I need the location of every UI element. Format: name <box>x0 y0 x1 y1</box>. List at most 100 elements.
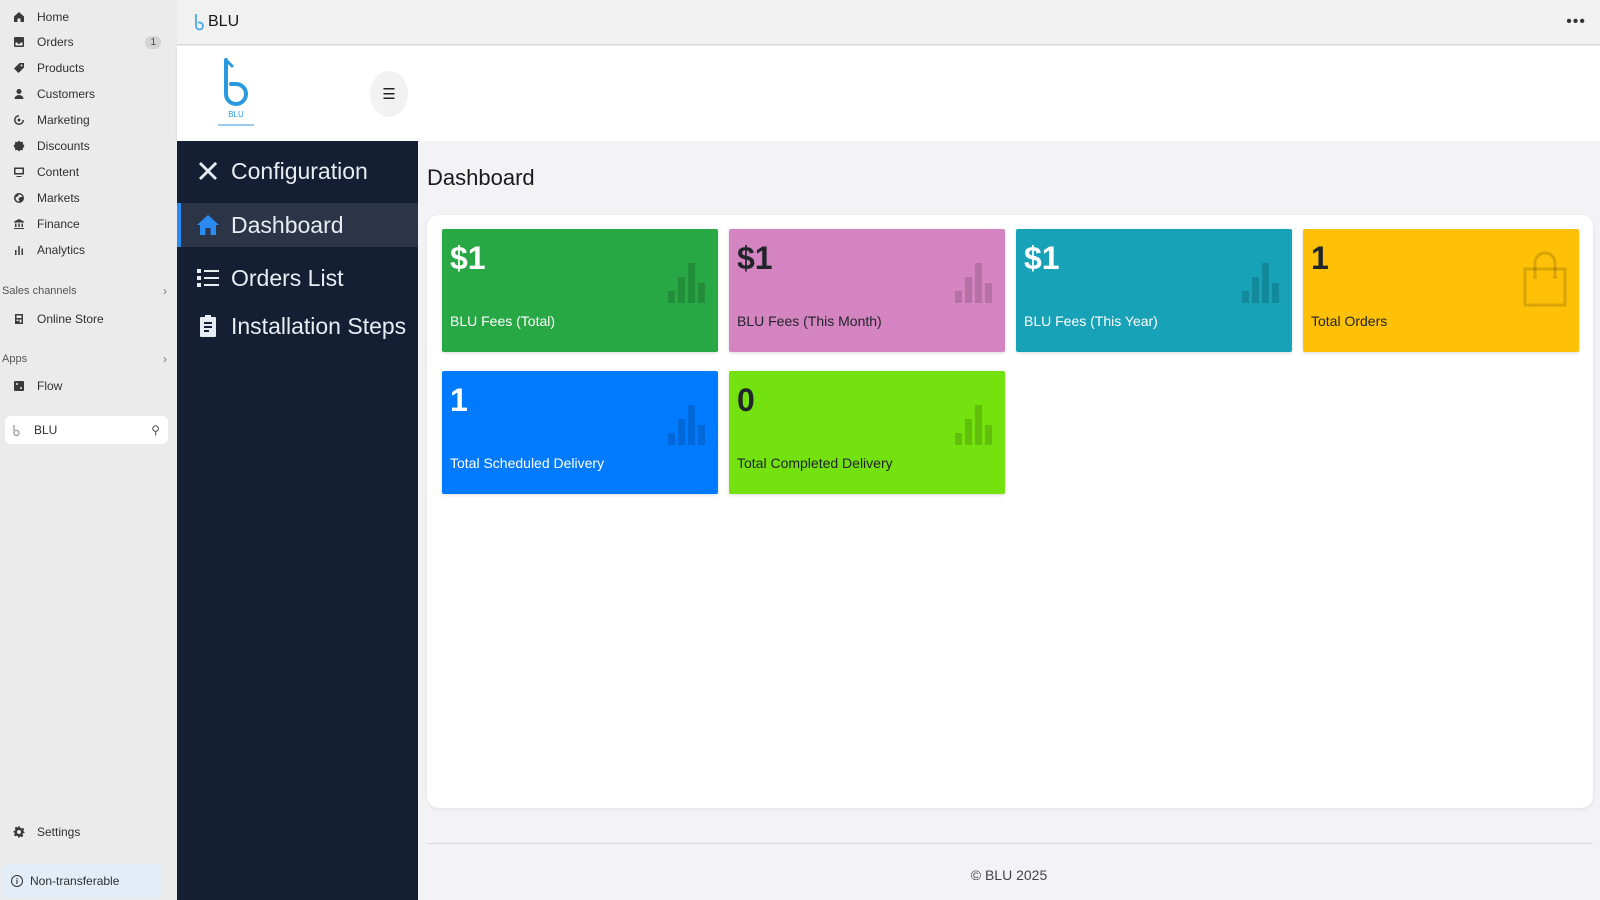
nav-finance[interactable]: Finance <box>8 212 167 236</box>
gear-icon <box>12 825 26 839</box>
nav-orders[interactable]: Orders 1 <box>8 30 167 54</box>
non-transferable-notice[interactable]: i Non-transferable <box>2 864 162 898</box>
nav-dashboard[interactable]: Dashboard <box>177 203 418 247</box>
more-options-icon[interactable]: ••• <box>1566 13 1586 31</box>
nav-label: BLU <box>34 423 58 437</box>
stat-card-fees-total[interactable]: $1 BLU Fees (Total) <box>442 229 718 352</box>
notice-label: Non-transferable <box>30 874 120 888</box>
bar-chart-icon <box>12 243 26 257</box>
nav-markets[interactable]: Markets <box>8 186 167 210</box>
stat-label: BLU Fees (This Year) <box>1024 313 1158 329</box>
nav-products[interactable]: Products <box>8 56 167 80</box>
nav-label: Flow <box>37 379 63 393</box>
nav-label: Content <box>37 165 80 179</box>
tools-icon <box>194 157 222 185</box>
stat-card-fees-month[interactable]: $1 BLU Fees (This Month) <box>729 229 1005 352</box>
nav-label: Products <box>37 61 85 75</box>
tag-icon <box>12 61 26 75</box>
info-icon: i <box>11 875 23 887</box>
nav-customers[interactable]: Customers <box>8 82 167 106</box>
stat-value: 1 <box>450 382 468 418</box>
content-icon <box>12 165 26 179</box>
stat-value: $1 <box>1024 240 1060 276</box>
menu-toggle-button[interactable]: ☰ <box>370 71 408 117</box>
app-title: BLU <box>208 13 240 30</box>
nav-flow[interactable]: Flow <box>8 374 167 398</box>
nav-analytics[interactable]: Analytics <box>8 238 167 262</box>
nav-configuration[interactable]: Configuration <box>177 149 418 193</box>
nav-settings[interactable]: Settings <box>8 820 167 844</box>
orders-icon <box>12 35 26 49</box>
stat-label: BLU Fees (This Month) <box>737 313 882 329</box>
logo-text: BLU <box>228 110 244 119</box>
stat-value: $1 <box>737 240 773 276</box>
home-icon <box>194 211 222 239</box>
bar-chart-icon <box>1242 259 1282 303</box>
hamburger-icon: ☰ <box>382 86 396 103</box>
stat-card-completed-delivery[interactable]: 0 Total Completed Delivery <box>729 371 1005 494</box>
section-title: Apps <box>2 353 28 365</box>
nav-blu-app[interactable]: BLU ⚲ <box>5 416 168 444</box>
nav-label: Dashboard <box>231 211 344 238</box>
main-content: Dashboard $1 BLU Fees (Total) $1 BLU Fee… <box>418 141 1600 900</box>
nav-discounts[interactable]: Discounts <box>8 134 167 158</box>
nav-label: Configuration <box>231 157 368 184</box>
stat-label: Total Completed Delivery <box>737 455 893 471</box>
bar-chart-icon <box>668 401 708 445</box>
page-title: Dashboard <box>427 165 535 190</box>
nav-orders-list[interactable]: Orders List <box>177 256 418 300</box>
copyright-icon: © <box>970 867 982 883</box>
chevron-right-icon: › <box>163 352 167 366</box>
nav-label: Orders <box>37 35 74 49</box>
stat-label: Total Scheduled Delivery <box>450 455 605 471</box>
apps-header[interactable]: Apps › <box>2 349 167 369</box>
pin-icon[interactable]: ⚲ <box>151 423 160 437</box>
person-icon <box>12 87 26 101</box>
target-icon <box>12 113 26 127</box>
stats-panel: $1 BLU Fees (Total) $1 BLU Fees (This Mo… <box>427 215 1593 808</box>
nav-label: Marketing <box>37 113 90 127</box>
discount-icon <box>12 139 26 153</box>
nav-label: Home <box>37 10 70 24</box>
nav-label: Finance <box>37 217 80 231</box>
app-titlebar: BLU ••• <box>177 0 1600 45</box>
nav-online-store[interactable]: Online Store <box>8 307 167 331</box>
shopping-bag-icon <box>1523 251 1567 307</box>
stat-value: 0 <box>737 382 755 418</box>
store-icon <box>12 312 26 326</box>
footer: © BLU 2025 <box>418 867 1600 883</box>
nav-label: Markets <box>37 191 80 205</box>
footer-text: BLU 2025 <box>984 867 1048 883</box>
nav-installation-steps[interactable]: Installation Steps <box>177 304 418 348</box>
nav-label: Orders List <box>231 264 344 291</box>
footer-divider <box>427 843 1593 844</box>
stat-card-fees-year[interactable]: $1 BLU Fees (This Year) <box>1016 229 1292 352</box>
clipboard-icon <box>194 312 222 340</box>
stat-card-total-orders[interactable]: 1 Total Orders <box>1303 229 1579 352</box>
blu-logo-icon <box>195 14 204 31</box>
nav-label: Online Store <box>37 312 104 326</box>
nav-content[interactable]: Content <box>8 160 167 184</box>
app-sidebar: Configuration Dashboard Orders List Inst… <box>177 141 418 900</box>
admin-sidebar: Home Orders 1 Products Customers Marketi… <box>0 0 177 900</box>
bar-chart-icon <box>955 259 995 303</box>
nav-marketing[interactable]: Marketing <box>8 108 167 132</box>
stat-value: $1 <box>450 240 486 276</box>
bar-chart-icon <box>668 259 708 303</box>
stat-card-scheduled-delivery[interactable]: 1 Total Scheduled Delivery <box>442 371 718 494</box>
brand-logo[interactable]: BLU <box>214 54 258 132</box>
stat-label: Total Orders <box>1311 313 1388 329</box>
stat-value: 1 <box>1311 240 1329 276</box>
nav-label: Settings <box>37 825 81 839</box>
section-title: Sales channels <box>2 285 77 297</box>
bank-icon <box>12 217 26 231</box>
nav-home[interactable]: Home <box>8 5 167 29</box>
sales-channels-header[interactable]: Sales channels › <box>2 281 167 301</box>
globe-icon <box>12 191 26 205</box>
nav-label: Discounts <box>37 139 90 153</box>
nav-label: Installation Steps <box>231 312 407 339</box>
orders-count-badge: 1 <box>145 35 161 49</box>
blu-app-icon <box>9 423 23 437</box>
bar-chart-icon <box>955 401 995 445</box>
nav-label: Analytics <box>37 243 86 257</box>
